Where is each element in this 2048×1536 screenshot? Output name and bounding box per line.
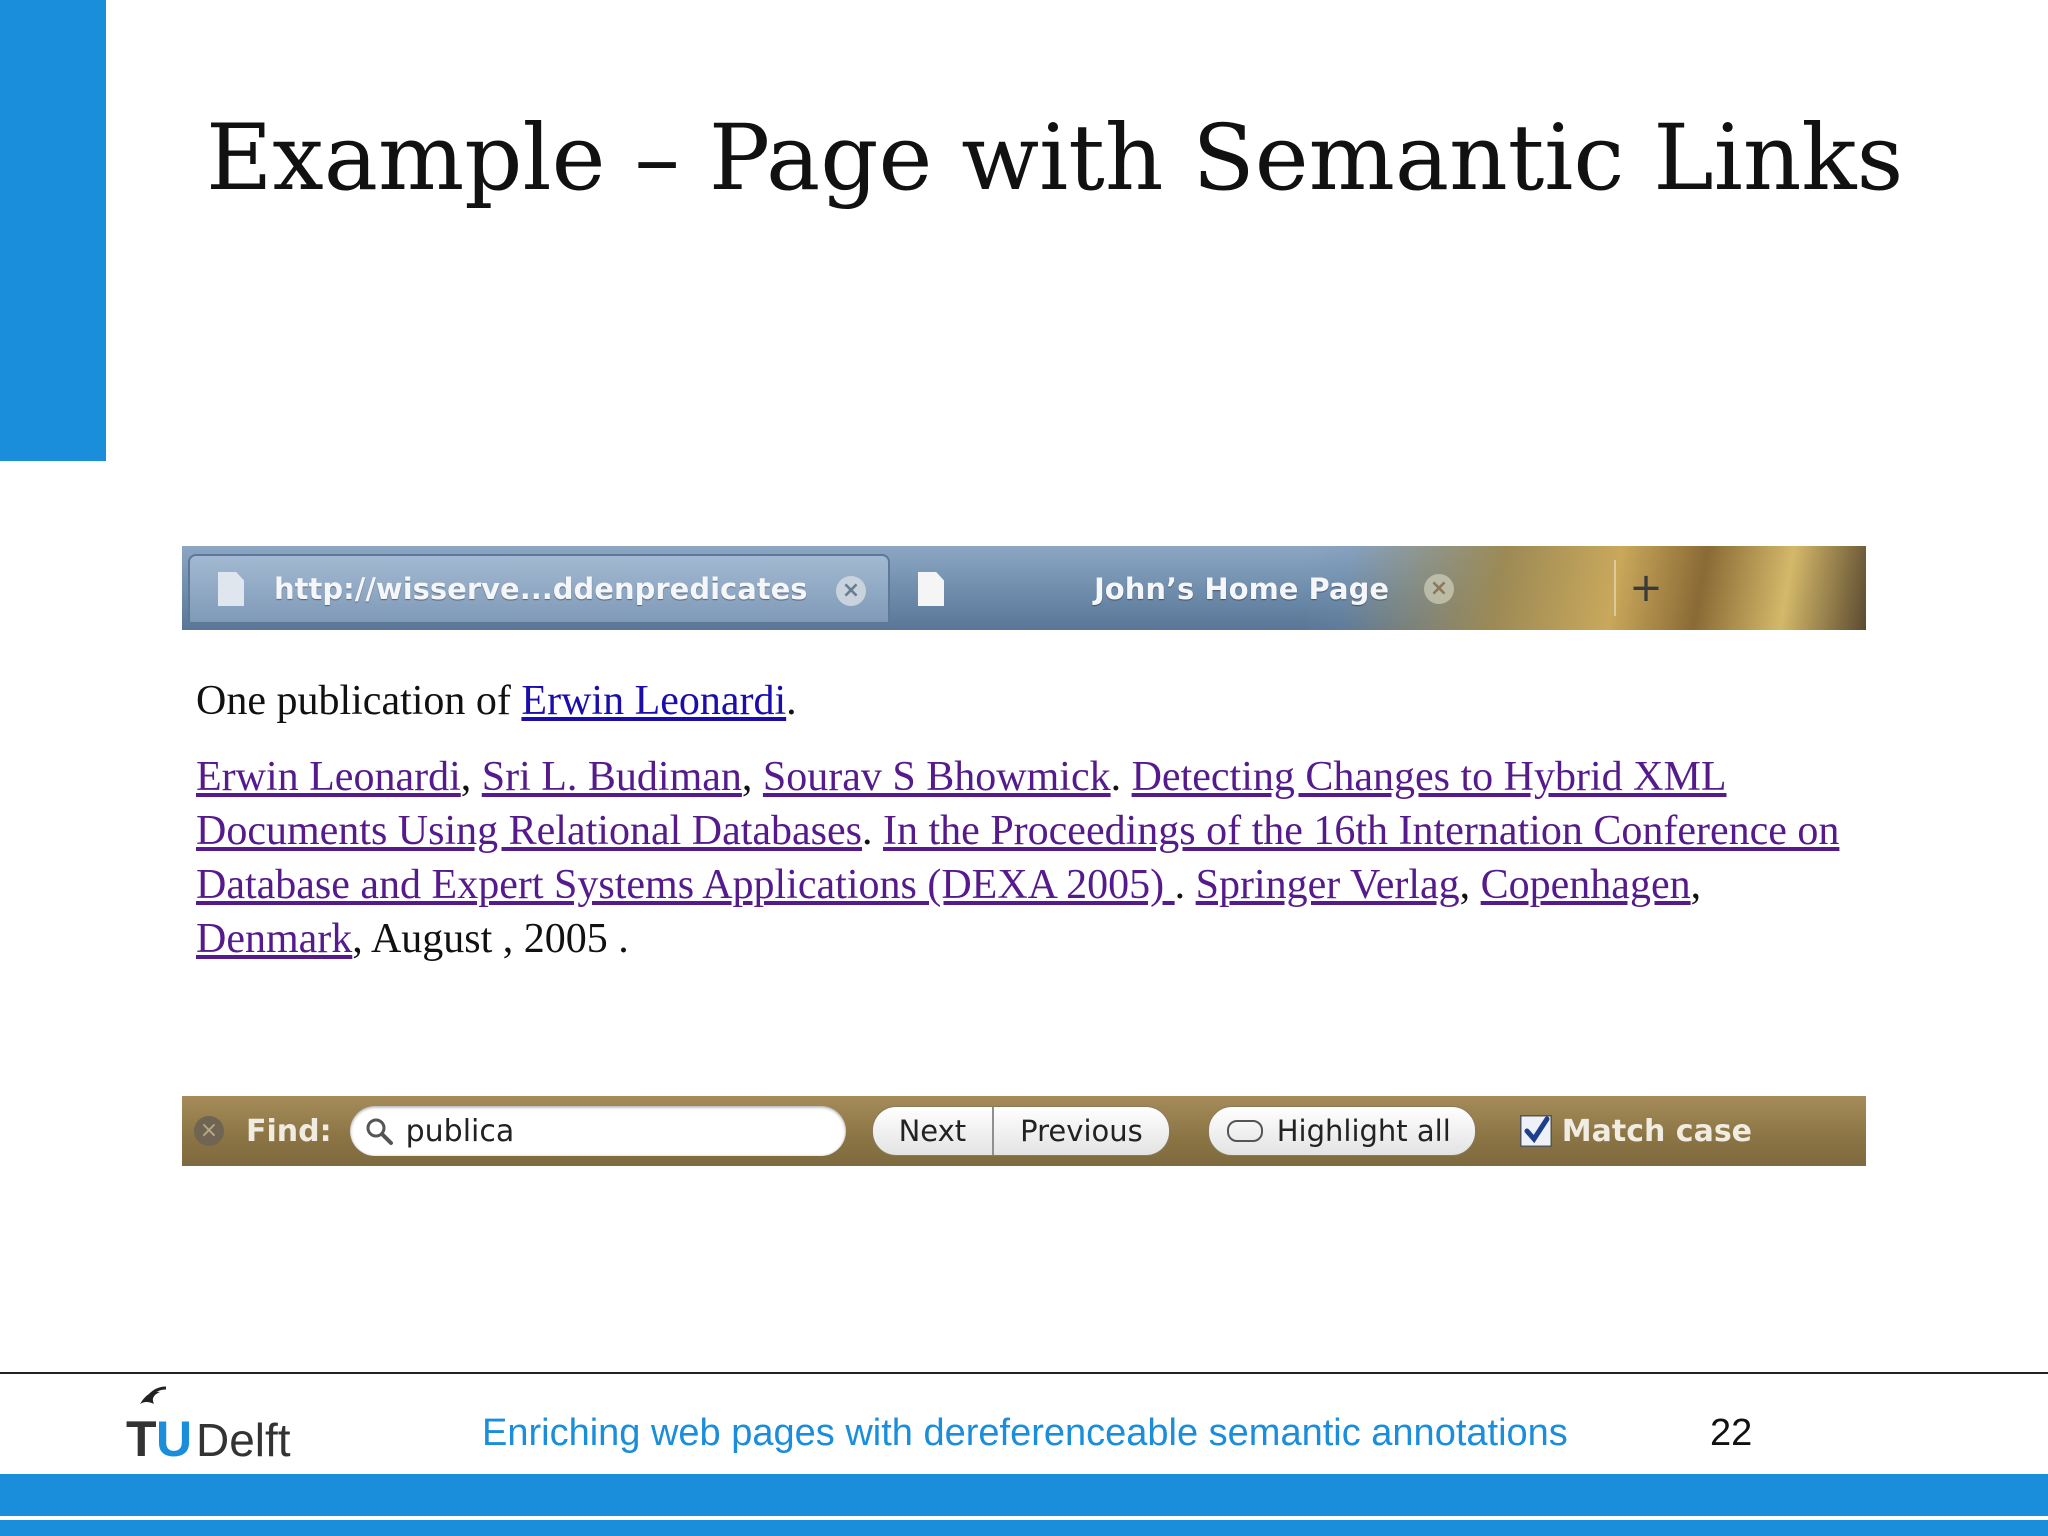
footer-bar-thin	[0, 1520, 2048, 1536]
slide-title: Example – Page with Semantic Links	[206, 106, 1904, 211]
highlight-all-button[interactable]: Highlight all	[1207, 1106, 1476, 1156]
page-content: One publication of Erwin Leonardi. Erwin…	[196, 674, 1856, 966]
highlight-icon	[1226, 1120, 1263, 1142]
browser-screenshot: http://wisserve...ddenpredicates × John’…	[182, 546, 1866, 1166]
author-link[interactable]: Erwin Leonardi	[521, 678, 786, 724]
separator: .	[862, 808, 884, 854]
tab-wisserve[interactable]: http://wisserve...ddenpredicates ×	[188, 554, 890, 624]
country-link[interactable]: Denmark	[196, 916, 352, 962]
find-label: Find:	[246, 1113, 332, 1149]
match-case-label: Match case	[1561, 1113, 1753, 1149]
tab-label: http://wisserve...ddenpredicates	[274, 572, 808, 606]
highlight-all-label: Highlight all	[1276, 1114, 1451, 1148]
publisher-link[interactable]: Springer Verlag	[1196, 862, 1460, 908]
find-query: publica	[405, 1113, 515, 1149]
svg-text:U: U	[156, 1411, 192, 1466]
separator: .	[1110, 754, 1132, 800]
match-case-checkbox[interactable]: Match case	[1519, 1113, 1753, 1149]
separator: .	[1174, 862, 1196, 908]
author-link[interactable]: Sri L. Budiman	[482, 754, 742, 800]
city-link[interactable]: Copenhagen	[1481, 862, 1691, 908]
new-tab-button[interactable]: +	[1614, 560, 1676, 616]
find-input[interactable]: publica	[349, 1106, 846, 1156]
publication-entry: Erwin Leonardi, Sri L. Budiman, Sourav S…	[196, 750, 1856, 966]
separator: ,	[1690, 862, 1702, 908]
intro-text: One publication of	[196, 678, 522, 724]
find-nav-buttons: Next Previous	[871, 1106, 1170, 1156]
find-bar: × Find: publica Next Previous Highlight …	[182, 1096, 1866, 1166]
separator: ,	[1459, 862, 1481, 908]
tab-label: John’s Home Page	[1094, 572, 1390, 606]
intro-line: One publication of Erwin Leonardi.	[196, 674, 1856, 728]
document-icon	[218, 572, 244, 606]
accent-bar	[0, 0, 106, 461]
author-link[interactable]: Erwin Leonardi	[196, 754, 461, 800]
footer-divider	[0, 1372, 2048, 1374]
close-icon[interactable]: ×	[194, 1116, 224, 1146]
page-number: 22	[1710, 1412, 1753, 1454]
svg-text:T: T	[126, 1411, 157, 1466]
footer-bar	[0, 1474, 2048, 1516]
close-icon[interactable]: ×	[1424, 574, 1454, 604]
checkmark-icon	[1519, 1115, 1552, 1147]
document-icon	[918, 572, 944, 606]
search-icon	[366, 1118, 393, 1145]
tudelft-logo: T U Delft	[126, 1386, 291, 1466]
separator: ,	[460, 754, 482, 800]
tab-bar: http://wisserve...ddenpredicates × John’…	[182, 546, 1866, 630]
next-button[interactable]: Next	[872, 1107, 993, 1155]
author-link[interactable]: Sourav S Bhowmick	[763, 754, 1111, 800]
close-icon[interactable]: ×	[836, 576, 866, 606]
separator: ,	[741, 754, 763, 800]
previous-button[interactable]: Previous	[992, 1107, 1169, 1155]
svg-text:Delft: Delft	[196, 1414, 291, 1466]
date-text: , August , 2005 .	[352, 916, 629, 962]
footer-text: Enriching web pages with dereferenceable…	[482, 1412, 1568, 1454]
intro-end: .	[786, 678, 797, 724]
